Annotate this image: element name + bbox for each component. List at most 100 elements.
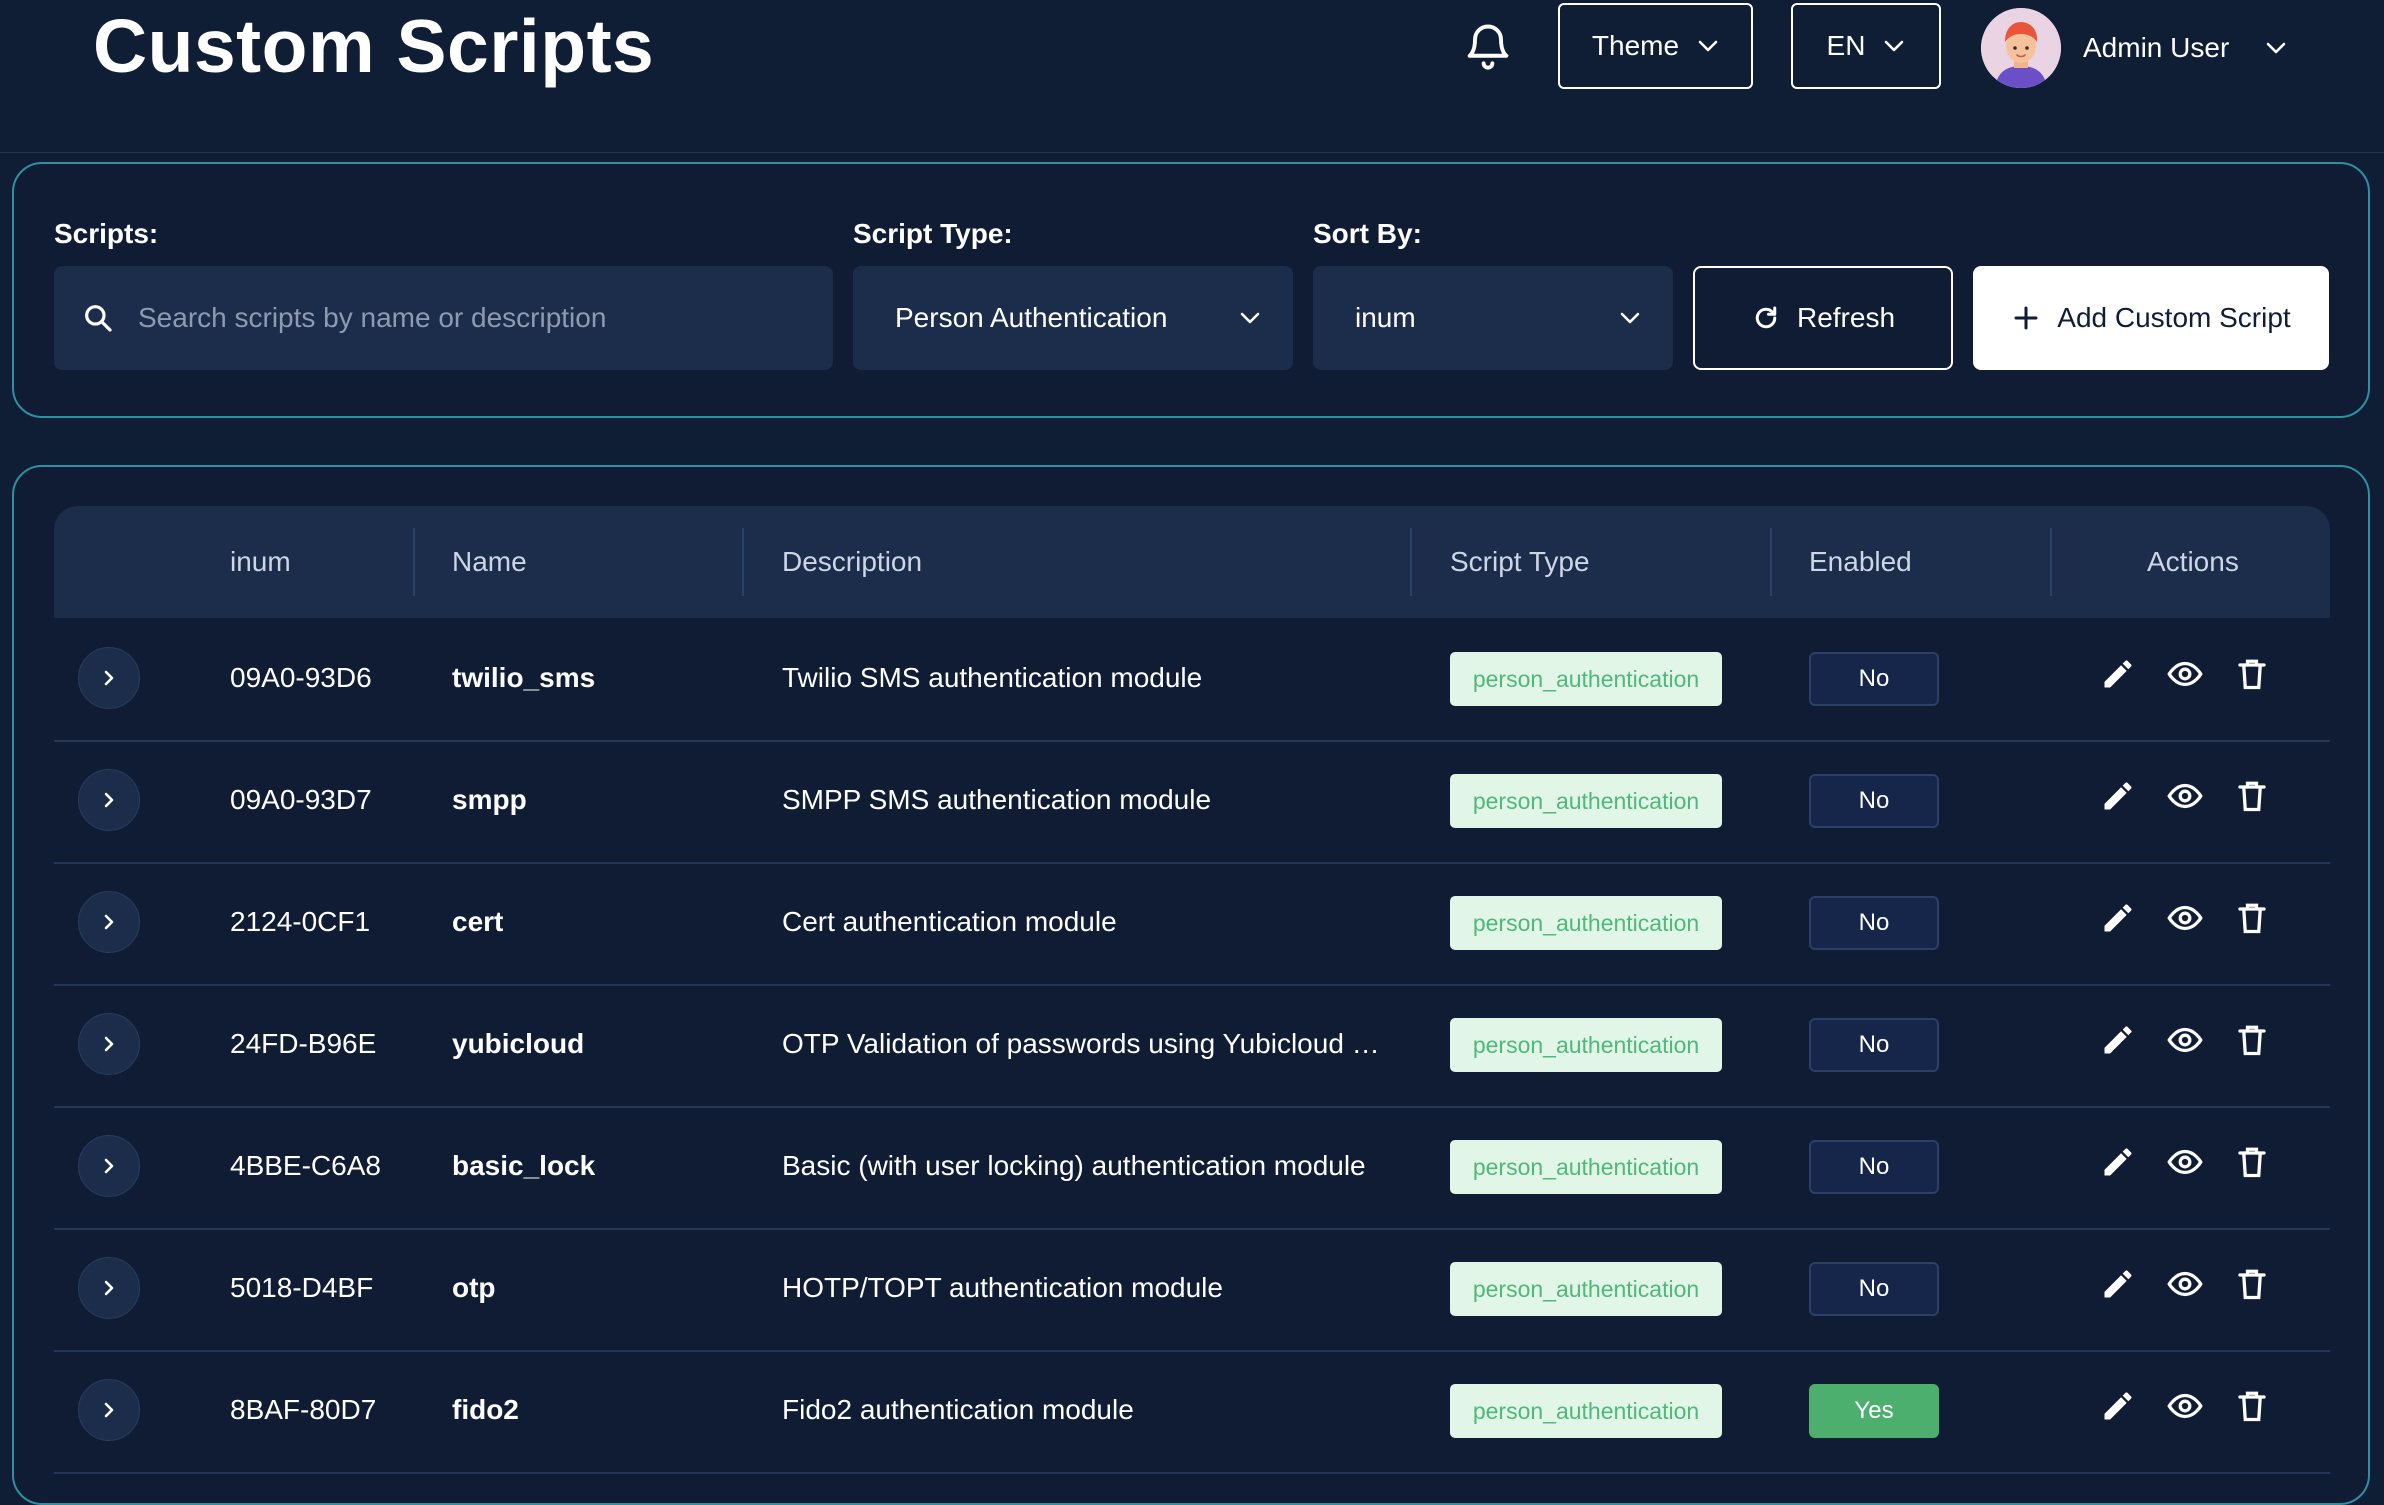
chevron-right-icon [104,1402,114,1418]
trash-icon[interactable] [2234,900,2270,936]
expand-row-button[interactable] [78,647,140,709]
column-header-description[interactable]: Description [782,506,922,618]
cell-name: yubicloud [452,1028,585,1059]
expand-row-button[interactable] [78,891,140,953]
expand-row-button[interactable] [78,1257,140,1319]
table-row: 4BBE-C6A8 basic_lock Basic (with user lo… [54,1106,2330,1230]
chevron-down-icon [1698,40,1718,52]
expand-row-button[interactable] [78,1379,140,1441]
table-row: 5018-D4BF otp HOTP/TOPT authentication m… [54,1228,2330,1352]
column-header-inum[interactable]: inum [230,506,291,618]
pencil-icon[interactable] [2100,1144,2136,1180]
cell-name: basic_lock [452,1150,596,1181]
pencil-icon[interactable] [2100,1388,2136,1424]
enabled-badge: No [1809,774,1939,828]
cell-description: Fido2 authentication module [782,1394,1134,1425]
chevron-right-icon [104,1280,114,1296]
pencil-icon[interactable] [2100,1266,2136,1302]
chevron-right-icon [104,1036,114,1052]
column-divider [742,528,744,596]
trash-icon[interactable] [2234,1388,2270,1424]
eye-icon[interactable] [2167,656,2203,692]
table-row: 09A0-93D6 twilio_sms Twilio SMS authenti… [54,618,2330,742]
pencil-icon[interactable] [2100,656,2136,692]
eye-icon[interactable] [2167,778,2203,814]
cell-inum: 09A0-93D7 [230,784,372,815]
column-divider [413,528,415,596]
cell-name: otp [452,1272,496,1303]
search-icon [85,305,112,332]
script-type-badge: person_authentication [1450,1384,1722,1438]
search-field [54,266,833,370]
chevron-down-icon [1620,312,1640,324]
cell-inum: 8BAF-80D7 [230,1394,377,1425]
trash-icon[interactable] [2234,1144,2270,1180]
enabled-badge: No [1809,652,1939,706]
script-type-badge: person_authentication [1450,1018,1722,1072]
bell-icon[interactable] [1462,20,1514,72]
enabled-badge: No [1809,1140,1939,1194]
pencil-icon[interactable] [2100,1022,2136,1058]
column-header-name[interactable]: Name [452,506,527,618]
enabled-badge: No [1809,896,1939,950]
script-type-select[interactable]: Person Authentication [853,266,1293,370]
table-row: 24FD-B96E yubicloud OTP Validation of pa… [54,984,2330,1108]
avatar [1981,8,2061,88]
page-title: Custom Scripts [93,4,655,88]
table-row: 2124-0CF1 cert Cert authentication modul… [54,862,2330,986]
sort-by-select[interactable]: inum [1313,266,1673,370]
language-dropdown[interactable]: EN [1791,3,1941,89]
chevron-down-icon [1240,312,1260,324]
expand-row-button[interactable] [78,769,140,831]
cell-description: SMPP SMS authentication module [782,784,1212,815]
cell-inum: 09A0-93D6 [230,662,372,693]
top-header: Custom Scripts Theme EN Admin User [0,0,2384,153]
script-type-value: Person Authentication [895,302,1168,333]
cell-inum: 5018-D4BF [230,1272,374,1303]
theme-label: Theme [1591,30,1680,61]
eye-icon[interactable] [2167,1144,2203,1180]
expand-row-button[interactable] [78,1013,140,1075]
plus-icon [2014,306,2038,330]
chevron-right-icon [104,792,114,808]
cell-name: cert [452,906,504,937]
cell-description: OTP Validation of passwords using Yubicl… [782,1028,1380,1059]
eye-icon[interactable] [2167,900,2203,936]
chevron-down-icon [1885,40,1904,52]
column-divider [1770,528,1772,596]
sort-by-label: Sort By: [1313,218,1422,249]
refresh-icon [1755,306,1777,329]
pencil-icon[interactable] [2100,900,2136,936]
refresh-button[interactable]: Refresh [1693,266,1953,370]
trash-icon[interactable] [2234,778,2270,814]
trash-icon[interactable] [2234,1022,2270,1058]
trash-icon[interactable] [2234,1266,2270,1302]
column-divider [1410,528,1412,596]
trash-icon[interactable] [2234,656,2270,692]
cell-inum: 2124-0CF1 [230,906,371,937]
chevron-right-icon [104,914,114,930]
script-type-badge: person_authentication [1450,774,1722,828]
expand-row-button[interactable] [78,1135,140,1197]
pencil-icon[interactable] [2100,778,2136,814]
cell-inum: 4BBE-C6A8 [230,1150,381,1181]
cell-inum: 24FD-B96E [230,1028,377,1059]
eye-icon[interactable] [2167,1022,2203,1058]
script-type-badge: person_authentication [1450,896,1722,950]
search-input[interactable] [136,301,780,335]
enabled-badge: Yes [1809,1384,1939,1438]
chevron-down-icon [2266,42,2286,54]
add-custom-script-button[interactable]: Add Custom Script [1973,266,2329,370]
eye-icon[interactable] [2167,1266,2203,1302]
eye-icon[interactable] [2167,1388,2203,1424]
script-type-label: Script Type: [853,218,1013,249]
script-type-badge: person_authentication [1450,652,1722,706]
theme-dropdown[interactable]: Theme [1558,3,1753,89]
column-header-enabled[interactable]: Enabled [1809,506,1912,618]
script-type-badge: person_authentication [1450,1262,1722,1316]
column-header-script-type[interactable]: Script Type [1450,506,1590,618]
cell-description: Basic (with user locking) authentication… [782,1150,1366,1181]
column-divider [2050,528,2052,596]
enabled-badge: No [1809,1018,1939,1072]
user-menu[interactable]: Admin User [1981,8,2287,88]
